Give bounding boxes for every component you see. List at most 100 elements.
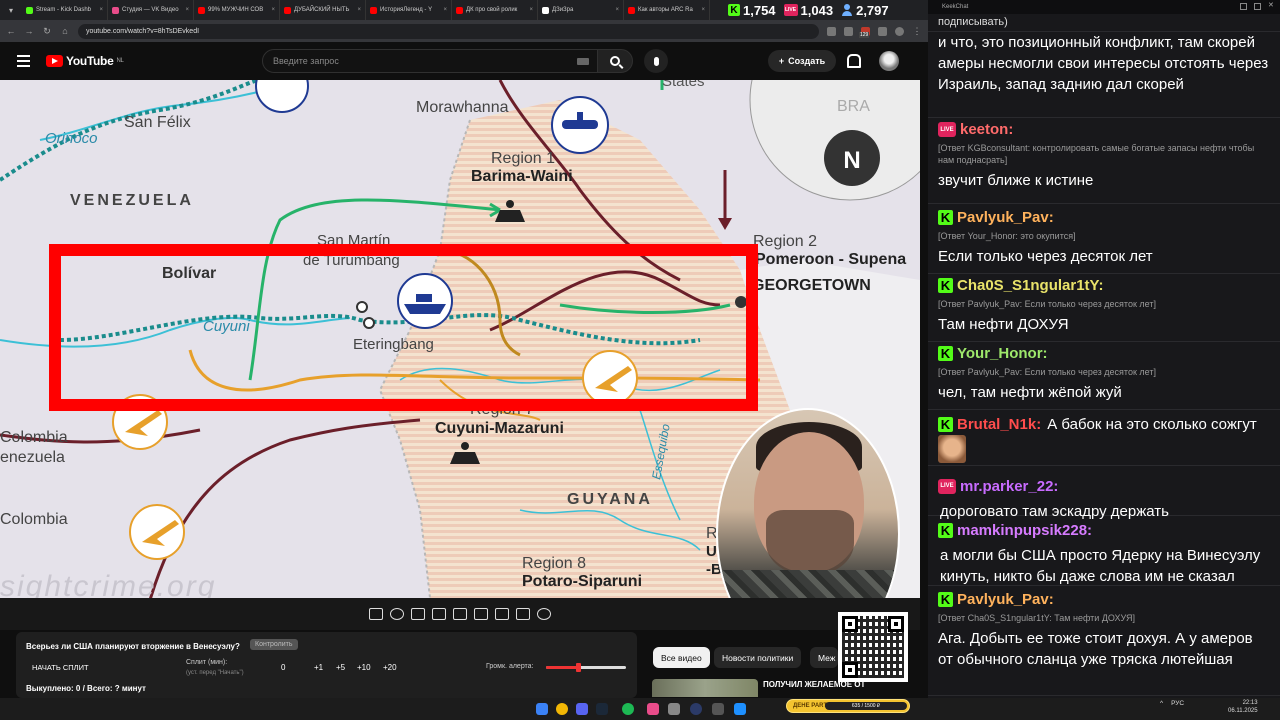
close-icon[interactable]: ✕ — [1268, 1, 1275, 9]
chip-all-videos[interactable]: Все видео — [653, 647, 710, 668]
tab-close-icon[interactable]: × — [443, 7, 447, 13]
alert-volume-slider[interactable] — [546, 663, 626, 672]
chrome-icon[interactable] — [556, 703, 568, 715]
tab-close-icon[interactable]: × — [185, 7, 189, 13]
browser-tab[interactable]: ДУБАЙСКИЙ НЫТЬ × — [280, 0, 366, 20]
alert-volume-knob[interactable] — [576, 663, 581, 672]
tab-close-icon[interactable]: × — [357, 7, 361, 13]
increment-button[interactable]: +10 — [357, 663, 371, 672]
windows-start-icon[interactable] — [536, 703, 548, 715]
chat-text: чел, там нефти жёпой жуй — [938, 384, 1122, 401]
split-minutes-value[interactable]: 0 — [281, 663, 285, 672]
browser-tab[interactable]: 99% МУЖЧИН СОВ × — [194, 0, 280, 20]
browser-tab[interactable]: Как авторы ARC Ra × — [624, 0, 710, 20]
poll-tag[interactable]: Контролить — [250, 639, 298, 650]
map-label: Eteringbang — [353, 336, 434, 353]
increment-button[interactable]: +20 — [383, 663, 397, 672]
app-icon[interactable] — [712, 703, 724, 715]
tab-close-icon[interactable]: × — [99, 7, 103, 13]
minimize-icon[interactable] — [1240, 3, 1247, 10]
keyboard-icon[interactable] — [577, 57, 589, 65]
search-input[interactable]: Введите запрос — [262, 49, 598, 73]
system-clock[interactable]: 22:13 06.11.2025 — [1228, 699, 1258, 715]
back-icon[interactable]: ← — [6, 26, 16, 36]
settings-panel-icon[interactable] — [411, 608, 425, 620]
add-icon[interactable] — [495, 608, 509, 620]
maximize-icon[interactable] — [1254, 3, 1261, 10]
chat-username[interactable]: mr.parker_22: — [960, 476, 1058, 497]
obs-icon[interactable] — [690, 703, 702, 715]
url-field[interactable]: youtube.com/watch?v=8hTsDEvkedI — [78, 23, 819, 39]
telegram-icon[interactable] — [734, 703, 746, 715]
app-icon[interactable] — [668, 703, 680, 715]
home-icon[interactable]: ⌂ — [60, 26, 70, 36]
gear-icon[interactable] — [537, 608, 551, 620]
profile-icon[interactable] — [895, 26, 904, 36]
increment-button[interactable]: +1 — [314, 663, 323, 672]
youtube-header: YouTube NL Введите запрос + Создать — [0, 42, 920, 80]
discord-icon[interactable] — [576, 703, 588, 715]
chat-username[interactable]: Pavlyuk_Pav: — [957, 591, 1054, 608]
extension-icon[interactable] — [827, 26, 836, 36]
tray-chevron-icon[interactable]: ^ — [1160, 700, 1163, 707]
reload-icon[interactable]: ↻ — [42, 26, 52, 37]
tab-search-icon[interactable]: ▾ — [0, 0, 22, 20]
browser-tab[interactable]: ДК про свой ролик × — [452, 0, 538, 20]
increment-button[interactable]: +5 — [336, 663, 345, 672]
recommended-thumbnail[interactable] — [652, 679, 758, 697]
chat-username[interactable]: Brutal_N1k: — [957, 414, 1041, 435]
chat-username[interactable]: Cha0S_S1ngular1tY: — [957, 277, 1103, 294]
chat-username[interactable]: Pavlyuk_Pav: — [957, 209, 1054, 226]
steam-icon[interactable] — [596, 703, 608, 715]
theater-icon[interactable] — [453, 608, 467, 620]
browser-tab[interactable]: ДЗиЗра × — [538, 0, 624, 20]
start-split-button[interactable]: НАЧАТЬ СПЛИТ — [32, 663, 89, 672]
tab-close-icon[interactable]: × — [271, 7, 275, 13]
chat-username[interactable]: Your_Honor: — [957, 345, 1048, 362]
screenshot-icon[interactable] — [516, 608, 530, 620]
search-button[interactable] — [597, 49, 633, 73]
account-avatar[interactable] — [879, 51, 899, 71]
menu-icon[interactable] — [0, 55, 46, 67]
kick-badge-icon: K — [938, 592, 953, 607]
map-label: enezuela — [0, 449, 65, 466]
app-icon[interactable] — [647, 703, 659, 715]
tab-close-icon[interactable]: × — [701, 7, 705, 13]
broadcast-icon[interactable] — [390, 608, 404, 620]
browser-tab[interactable]: Студия — VK Видео × — [108, 0, 194, 20]
more-icon[interactable]: ⋮ — [912, 26, 922, 37]
video-player[interactable]: N States Morawhanna San Félix Orinoco BR… — [0, 80, 920, 598]
system-tray: ^ РУС — [1160, 700, 1184, 707]
chat-username[interactable]: mamkinpupsik228: — [957, 520, 1092, 541]
youtube-logo[interactable]: YouTube NL — [46, 54, 124, 68]
language-indicator[interactable]: РУС — [1171, 700, 1184, 707]
create-button[interactable]: + Создать — [768, 50, 836, 72]
clapper-icon[interactable] — [432, 608, 446, 620]
alert-volume-fill — [546, 666, 578, 669]
kick-badge-icon: K — [938, 417, 953, 432]
chip-partial[interactable]: Меж — [810, 647, 838, 668]
tab-close-icon[interactable]: × — [615, 7, 619, 13]
plus-icon: + — [778, 56, 785, 66]
voice-search-button[interactable] — [644, 49, 668, 73]
map-label: Morawhanna — [416, 99, 509, 116]
loop-icon[interactable] — [369, 608, 383, 620]
search-placeholder: Введите запрос — [273, 56, 339, 66]
extension-badge-icon[interactable]: 129 — [859, 26, 870, 38]
browser-tab[interactable]: Stream - Kick Dashb × — [22, 0, 108, 20]
tab-favicon-icon — [628, 6, 635, 14]
chat-text: Там нефти ДОХУЯ — [938, 316, 1069, 333]
search-icon — [610, 56, 620, 66]
spotify-icon[interactable] — [622, 703, 634, 715]
notifications-bell-icon[interactable] — [846, 54, 861, 68]
map-label: San Félix — [124, 114, 191, 131]
extension-icon[interactable] — [878, 26, 887, 36]
map-label: VENEZUELA — [70, 192, 194, 209]
chat-username[interactable]: keeton: — [960, 121, 1013, 138]
extension-icon[interactable] — [844, 26, 853, 36]
browser-tab[interactable]: ИсторияЛегенд - Y × — [366, 0, 452, 20]
pip-icon[interactable] — [474, 608, 488, 620]
tab-close-icon[interactable]: × — [529, 7, 533, 13]
chip-politics-news[interactable]: Новости политики — [714, 647, 802, 668]
forward-icon[interactable]: → — [24, 26, 34, 36]
